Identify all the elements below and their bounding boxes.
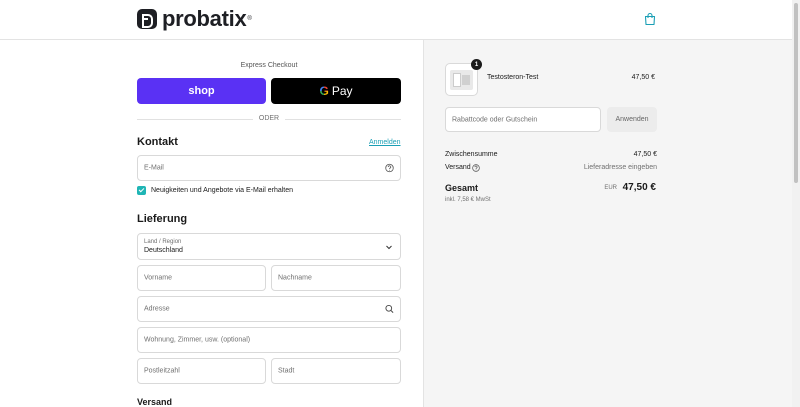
page-scrollbar[interactable] <box>792 0 800 407</box>
shipping-row: Versand Lieferadresse eingeben <box>445 164 657 172</box>
brand-name: probatix <box>162 6 247 31</box>
subtotal-row: Zwischensumme 47,50 € <box>445 151 657 158</box>
country-value: Deutschland <box>144 247 183 254</box>
newsletter-label: Neuigkeiten und Angebote via E-Mail erha… <box>151 187 294 194</box>
address-field[interactable]: Adresse <box>137 296 401 322</box>
product-image <box>450 70 473 90</box>
last-name-field[interactable]: Nachname <box>271 265 401 291</box>
address-placeholder: Adresse <box>144 305 170 313</box>
question-circle-icon[interactable] <box>385 163 394 173</box>
google-pay-label: Pay <box>331 84 353 98</box>
shipping-label: Versand <box>445 164 471 171</box>
shop-pay-button[interactable]: shop <box>137 78 266 104</box>
apartment-placeholder: Wohnung, Zimmer, usw. (optional) <box>144 336 251 344</box>
quantity-badge: 1 <box>471 59 482 70</box>
contact-title: Kontakt <box>137 136 178 148</box>
total-label: Gesamt <box>445 183 479 193</box>
city-placeholder: Stadt <box>278 367 295 375</box>
email-field[interactable]: E-Mail <box>137 155 401 181</box>
login-link[interactable]: Anmelden <box>369 139 401 146</box>
shipping-title: Versand <box>137 397 173 407</box>
first-name-field[interactable]: Vorname <box>137 265 266 291</box>
order-summary: 1 Testosteron-Test 47,50 € Rabattcode od… <box>423 40 792 407</box>
total-currency: EUR <box>604 185 617 191</box>
google-pay-button[interactable]: G Pay <box>271 78 401 104</box>
logo-mark-icon <box>137 9 157 29</box>
shop-pay-label: shop <box>188 85 215 97</box>
apply-discount-button[interactable]: Anwenden <box>607 107 657 132</box>
subtotal-label: Zwischensumme <box>445 151 498 158</box>
subtotal-value: 47,50 € <box>633 151 657 158</box>
email-placeholder: E-Mail <box>144 164 164 172</box>
discount-code-input[interactable]: Rabattcode oder Gutschein <box>445 107 601 132</box>
search-icon <box>385 304 394 313</box>
apply-label: Anwenden <box>615 116 649 123</box>
scrollbar-thumb[interactable] <box>794 3 798 183</box>
or-divider: ODER <box>137 115 401 122</box>
country-label: Land / Region <box>144 239 182 245</box>
city-field[interactable]: Stadt <box>271 358 401 384</box>
or-label: ODER <box>258 115 280 122</box>
question-circle-icon[interactable] <box>472 164 480 172</box>
country-select[interactable]: Land / Region Deutschland <box>137 233 401 260</box>
express-checkout-label: Express Checkout <box>240 62 298 69</box>
chevron-down-icon <box>386 245 392 249</box>
shipping-value: Lieferadresse eingeben <box>583 164 657 171</box>
checkout-form: Express Checkout shop G Pay ODER Kontakt… <box>0 40 423 407</box>
product-price: 47,50 € <box>631 74 655 81</box>
last-name-placeholder: Nachname <box>278 274 312 282</box>
delivery-title: Lieferung <box>137 213 188 225</box>
discount-placeholder: Rabattcode oder Gutschein <box>452 116 538 123</box>
total-value: 47,50 € <box>622 182 656 193</box>
postal-code-placeholder: Postleitzahl <box>144 367 180 375</box>
brand-logo[interactable]: probatix® <box>137 6 252 31</box>
apartment-field[interactable]: Wohnung, Zimmer, usw. (optional) <box>137 327 401 353</box>
brand-reg: ® <box>247 16 252 22</box>
shopping-bag-icon[interactable] <box>643 12 657 26</box>
postal-code-field[interactable]: Postleitzahl <box>137 358 266 384</box>
product-name: Testosteron-Test <box>487 74 539 81</box>
header: probatix® <box>0 0 792 40</box>
newsletter-checkbox[interactable] <box>137 186 146 195</box>
tax-note: inkl. 7,58 € MwSt <box>445 197 491 203</box>
google-g-icon: G <box>319 84 329 98</box>
first-name-placeholder: Vorname <box>144 274 173 282</box>
